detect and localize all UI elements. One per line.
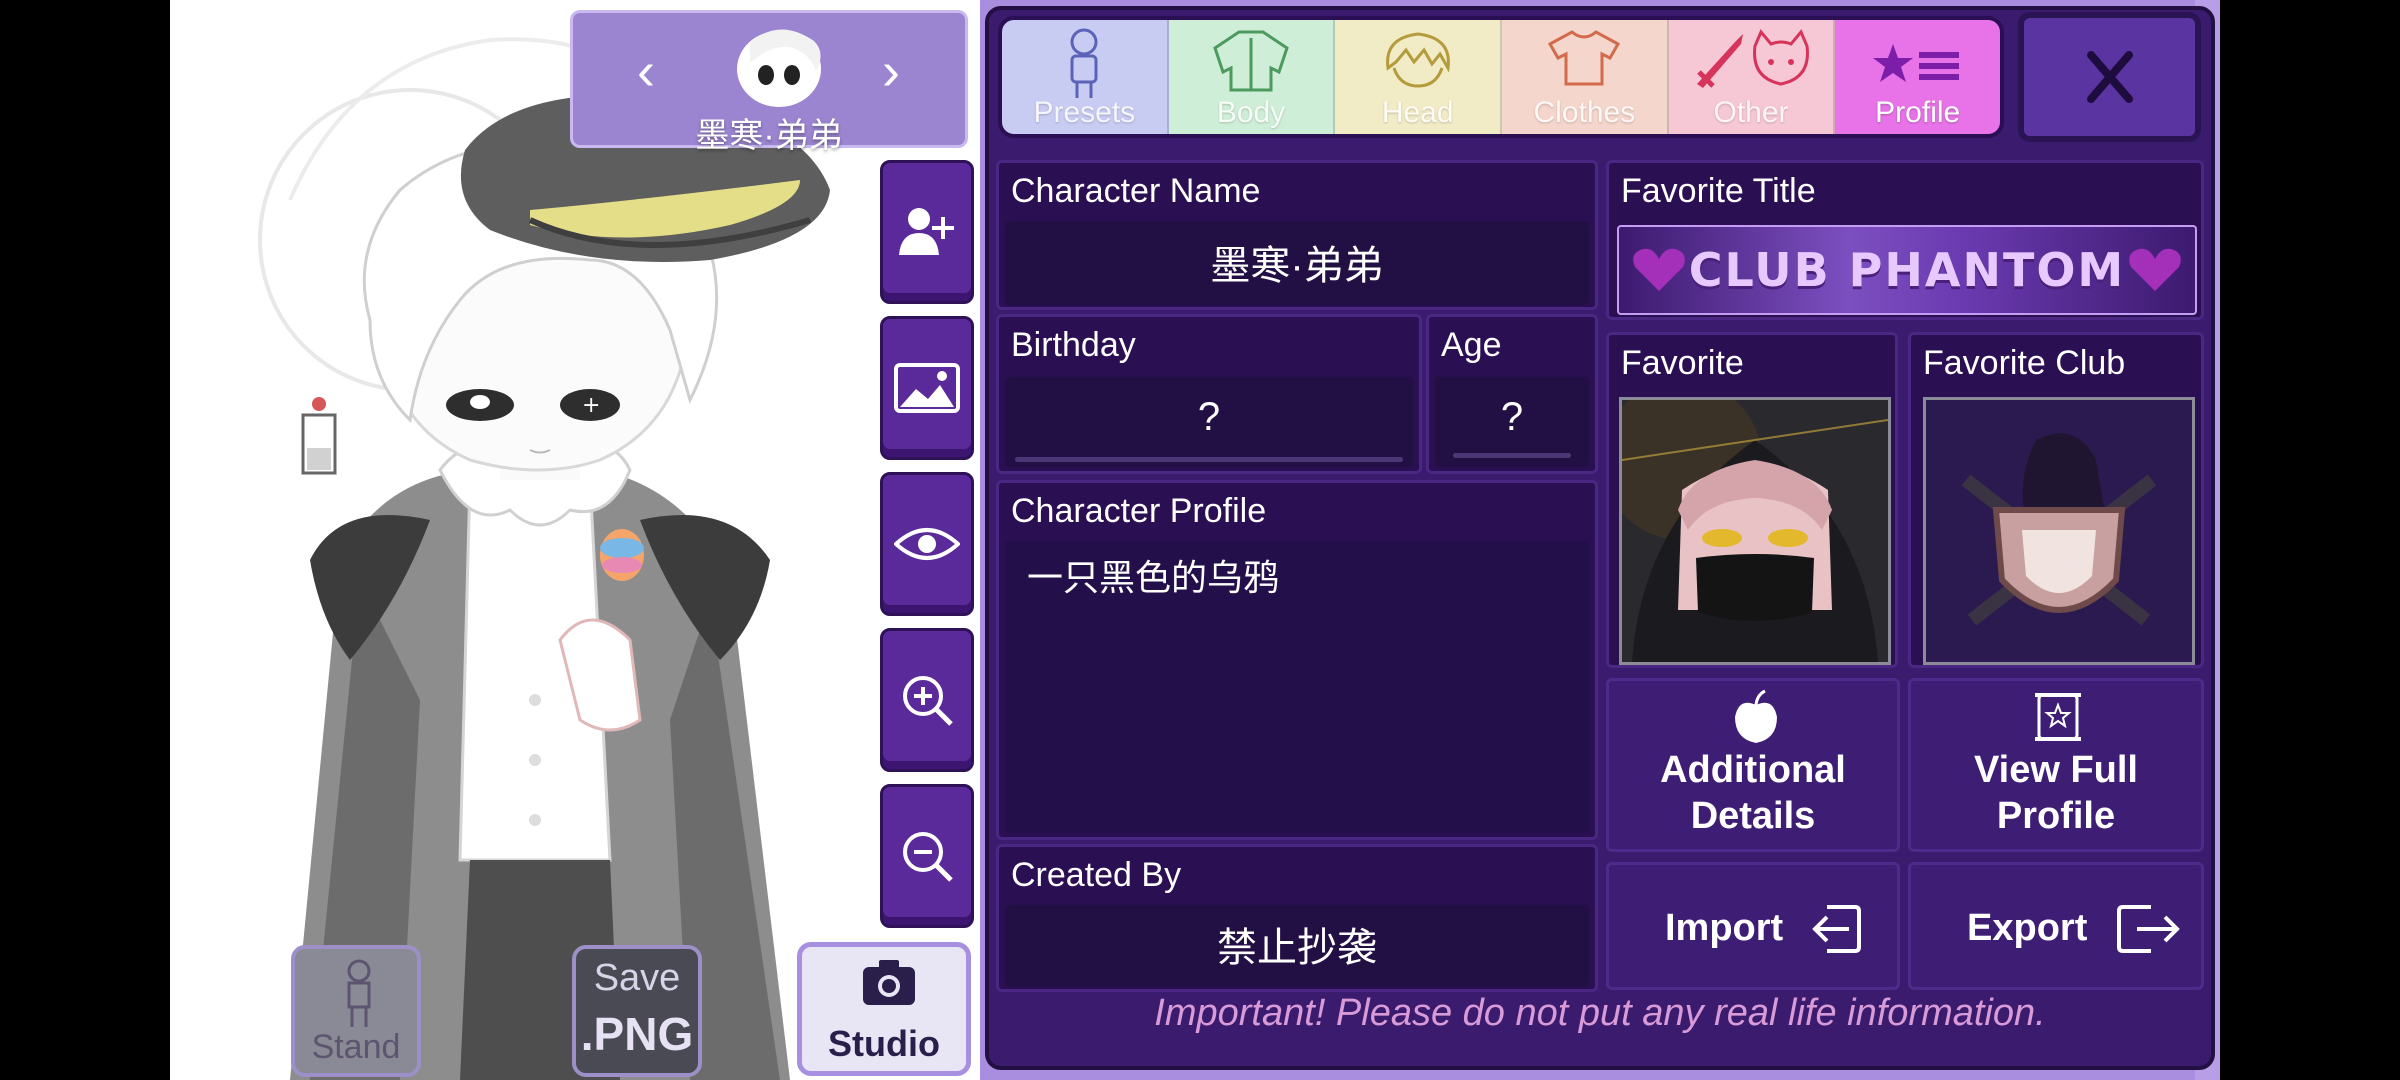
export-button[interactable]: Export xyxy=(1908,862,2204,990)
save-png-button[interactable]: Save .PNG xyxy=(572,945,702,1077)
tab-presets[interactable]: Presets xyxy=(1002,20,1169,134)
age-underline xyxy=(1453,453,1571,458)
favorite-title-card: Favorite Title CLUB PHANTOM xyxy=(1606,160,2204,320)
apple-icon xyxy=(1735,689,1777,743)
png-label: .PNG xyxy=(580,1008,694,1060)
birthday-card: Birthday ? xyxy=(996,314,1422,474)
import-button[interactable]: Import xyxy=(1606,862,1900,990)
chevron-right-icon[interactable]: › xyxy=(868,41,914,101)
zoom-in-icon xyxy=(903,676,953,726)
eye-icon xyxy=(894,528,960,560)
character-profile-label: Character Profile xyxy=(1011,492,1267,530)
person-outline-icon xyxy=(1070,28,1098,98)
favorite-title-text: CLUB PHANTOM xyxy=(1688,243,2126,297)
export-label: Export xyxy=(1967,907,2088,949)
club-shield-icon xyxy=(1961,433,2157,626)
zoom-in-button[interactable] xyxy=(880,628,974,772)
stand-button[interactable]: Stand xyxy=(291,945,421,1077)
favorite-title-banner[interactable]: CLUB PHANTOM xyxy=(1617,225,2197,315)
stand-label: Stand xyxy=(311,1028,401,1066)
favorite-character-card: Favorite Character xyxy=(1606,332,1898,668)
ninja-character-image xyxy=(1622,400,1888,662)
favorite-club-emblem[interactable] xyxy=(1923,397,2195,665)
studio-label: Studio xyxy=(828,1023,940,1064)
character-name-label: Character Name xyxy=(1011,172,1261,210)
favorite-title-label: Favorite Title xyxy=(1621,172,1816,210)
close-button[interactable] xyxy=(2018,12,2201,142)
age-label: Age xyxy=(1441,326,1502,364)
created-by-card: Created By 禁止抄袭 xyxy=(996,844,1598,992)
zoom-out-button[interactable] xyxy=(880,784,974,928)
character-name-card: Character Name 墨寒·弟弟 xyxy=(996,160,1598,310)
stand-pose-icon xyxy=(347,959,371,1027)
character-selector: ‹ › 墨寒·弟弟 xyxy=(570,10,968,155)
export-icon xyxy=(2117,905,2180,953)
created-by-label: Created By xyxy=(1011,856,1182,894)
age-value: ? xyxy=(1500,395,1524,439)
character-figure: + xyxy=(258,37,830,1080)
privacy-warning: Important! Please do not put any real li… xyxy=(1154,992,2046,1034)
birthday-value: ? xyxy=(1197,395,1221,439)
visibility-button[interactable] xyxy=(880,472,974,616)
view-full-profile-label-1: View Full xyxy=(1973,749,2138,791)
tab-clothes-label: Clothes xyxy=(1533,96,1636,129)
chevron-left-icon[interactable]: ‹ xyxy=(623,41,669,101)
character-head-icon xyxy=(737,29,821,107)
camera-icon xyxy=(863,960,915,1005)
screen-edge xyxy=(2220,0,2400,1080)
additional-details-label-1: Additional xyxy=(1660,749,1846,791)
jacket-icon xyxy=(1213,30,1289,92)
created-by-value: 禁止抄袭 xyxy=(1217,926,1377,970)
character-name-caption: 墨寒·弟弟 xyxy=(695,117,843,155)
additional-details-button[interactable]: Additional Details xyxy=(1606,678,1900,852)
favorite-club-card: Favorite Club xyxy=(1908,332,2204,668)
background-button[interactable] xyxy=(880,316,974,460)
tab-profile-label: Profile xyxy=(1875,96,1961,129)
zoom-out-icon xyxy=(903,832,953,882)
import-label: Import xyxy=(1665,907,1784,949)
category-tabs: Presets Body Head Clothes Other Profile xyxy=(998,16,2004,138)
scroll-icon xyxy=(2035,693,2081,741)
character-profile-card: Character Profile 一只黑色的乌鸦 xyxy=(996,480,1598,840)
tab-head[interactable]: Head xyxy=(1335,20,1503,134)
character-name-value: 墨寒·弟弟 xyxy=(1210,244,1384,288)
age-card: Age ? xyxy=(1426,314,1598,474)
tab-presets-label: Presets xyxy=(1033,96,1136,129)
studio-button[interactable]: Studio xyxy=(797,942,971,1076)
view-full-profile-label-2: Profile xyxy=(1996,795,2116,837)
view-full-profile-button[interactable]: View Full Profile xyxy=(1908,678,2204,852)
star-list-icon xyxy=(1872,44,1959,82)
save-label: Save xyxy=(593,957,681,999)
tab-body[interactable]: Body xyxy=(1168,20,1336,134)
add-user-icon xyxy=(899,208,954,255)
additional-details-label-2: Details xyxy=(1690,795,1816,837)
tab-head-label: Head xyxy=(1381,96,1454,129)
character-stage[interactable]: + xyxy=(170,0,980,1080)
tab-other-label: Other xyxy=(1713,96,1789,129)
hair-icon xyxy=(1385,32,1450,88)
shirt-icon xyxy=(1548,30,1621,86)
import-icon xyxy=(1812,905,1861,953)
birthday-label: Birthday xyxy=(1011,326,1136,364)
add-character-button[interactable] xyxy=(880,160,974,304)
tab-other[interactable]: Other xyxy=(1668,20,1836,134)
sword-cat-icon xyxy=(1697,29,1809,88)
image-icon xyxy=(894,363,960,413)
character-profile-text: 一只黑色的乌鸦 xyxy=(1027,557,1280,598)
birthday-underline xyxy=(1015,457,1403,462)
close-icon xyxy=(2086,51,2133,103)
favorite-character-portrait[interactable] xyxy=(1619,397,1891,665)
tab-profile[interactable]: Profile xyxy=(1835,20,2000,134)
favorite-club-label: Favorite Club xyxy=(1923,344,2126,382)
tab-clothes[interactable]: Clothes xyxy=(1502,20,1669,134)
svg-text:+: + xyxy=(582,393,600,418)
favorite-character-label: Favorite Character xyxy=(1621,344,1770,438)
tab-body-label: Body xyxy=(1216,96,1286,129)
